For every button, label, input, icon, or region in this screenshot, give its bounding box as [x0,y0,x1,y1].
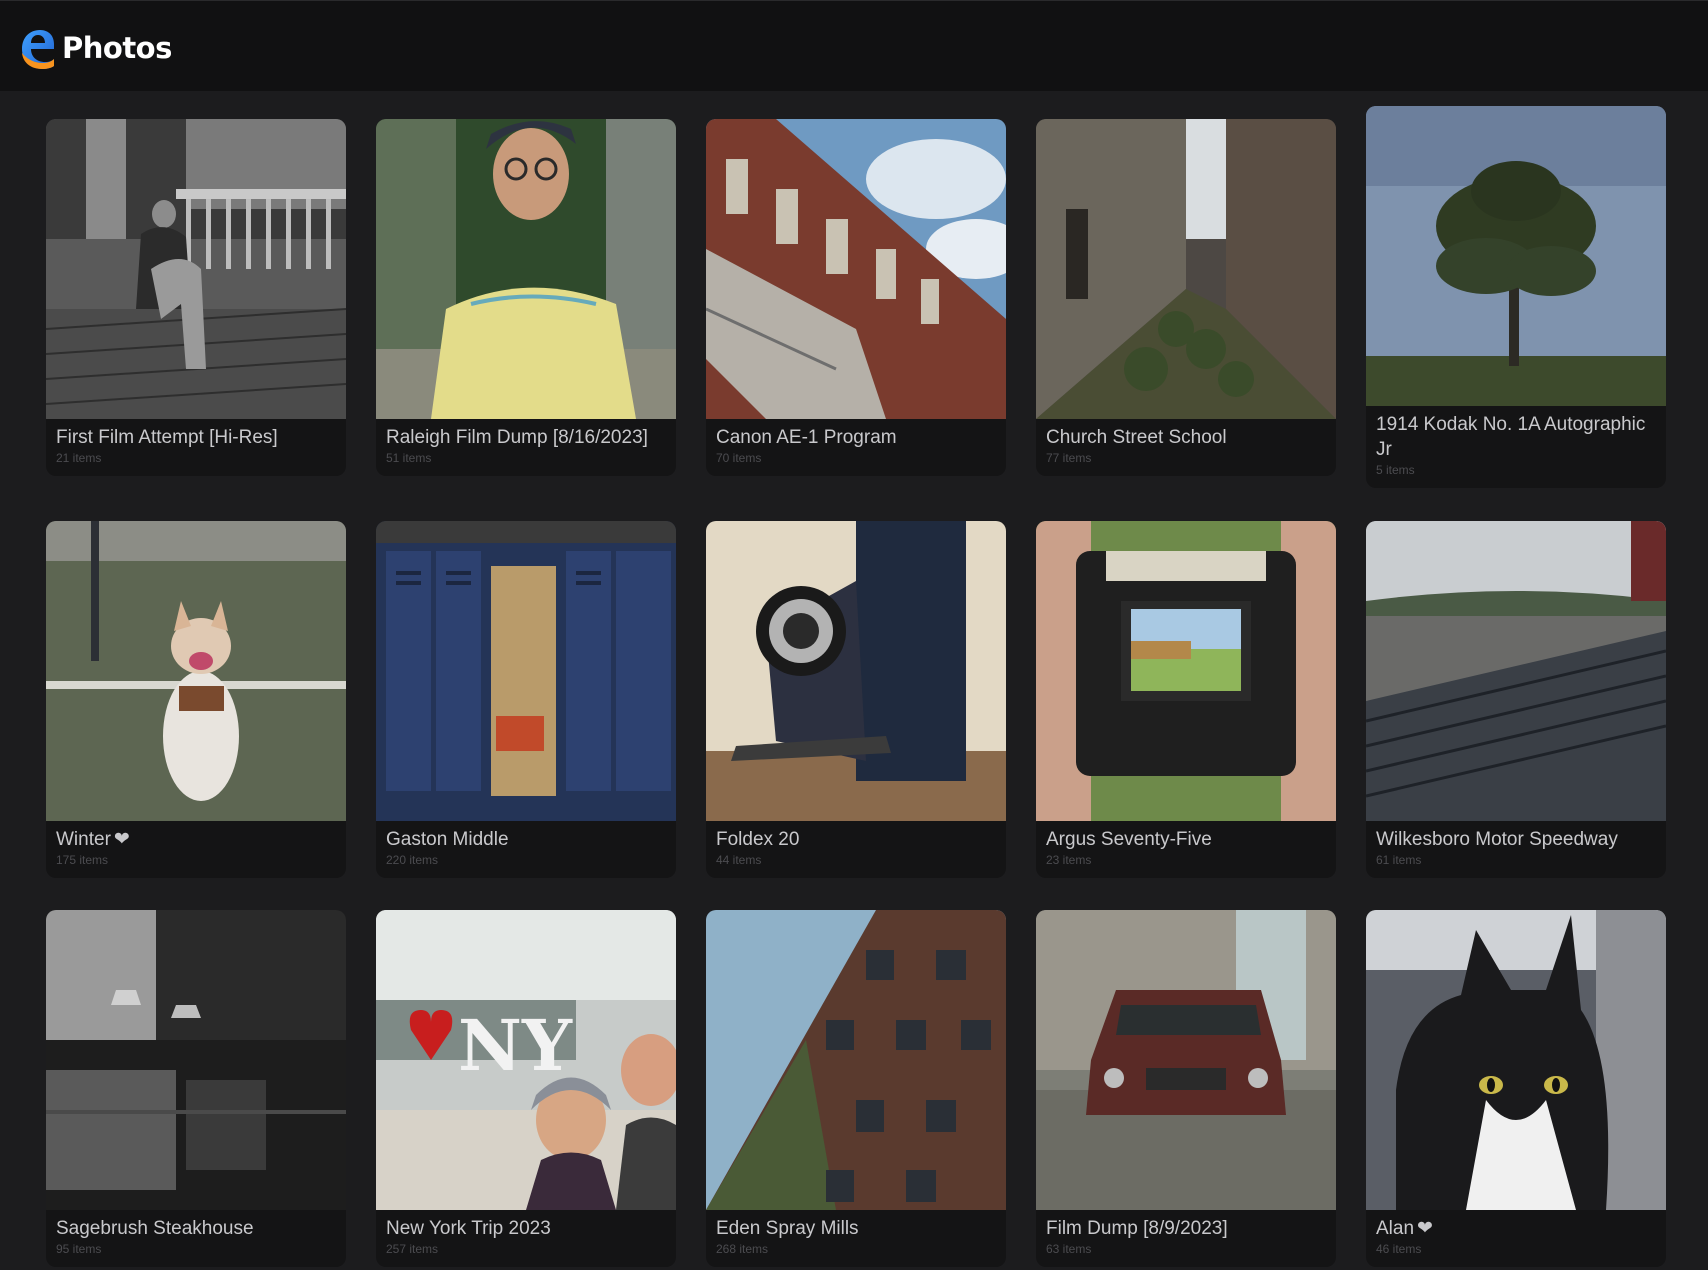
album-item-count: 175 items [56,853,109,867]
album-card[interactable]: Sagebrush Steakhouse 95 items [46,910,346,1267]
album-title: 1914 Kodak No. 1A Autographic Jr [1376,414,1646,460]
album-item-count: 23 items [1046,853,1092,867]
album-title: New York Trip 2023 [386,1218,551,1239]
album-thumbnail[interactable] [706,521,1006,821]
lone-tree-image [1366,106,1666,406]
tuxedo-cat-image [1366,910,1666,1210]
album-title: Eden Spray Mills [716,1218,859,1239]
album-title: Raleigh Film Dump [8/16/2023] [386,427,648,448]
brick-factory-sky-image [706,119,1006,419]
abandoned-alley-image [1036,119,1336,419]
album-title: Church Street School [1046,427,1227,448]
speedway-stands-image [1366,521,1666,821]
album-item-count: 95 items [56,1242,102,1256]
album-thumbnail[interactable] [1366,521,1666,821]
album-thumbnail[interactable] [46,119,346,419]
album-card[interactable]: Church Street School 77 items [1036,119,1336,476]
folding-camera-image [706,521,1006,821]
album-title: Foldex 20 [716,829,800,850]
album-card[interactable]: Argus Seventy-Five 23 items [1036,521,1336,878]
album-item-count: 77 items [1046,451,1092,465]
album-thumbnail[interactable] [46,910,346,1210]
album-card[interactable]: Raleigh Film Dump [8/16/2023] 51 items [376,119,676,476]
album-item-count: 257 items [386,1242,439,1256]
album-item-count: 63 items [1046,1242,1092,1256]
album-card[interactable]: Wilkesboro Motor Speedway 61 items [1366,521,1666,878]
album-card[interactable]: First Film Attempt [Hi-Res] 21 items [46,119,346,476]
husky-on-turf-image [46,521,346,821]
album-card[interactable]: Eden Spray Mills 268 items [706,910,1006,1267]
album-item-count: 220 items [386,853,439,867]
album-title: Winter ❤ [56,829,130,850]
album-thumbnail[interactable] [1036,119,1336,419]
album-card[interactable]: Foldex 20 44 items [706,521,1006,878]
album-card[interactable]: Gaston Middle 220 items [376,521,676,878]
album-card[interactable]: Winter ❤ 175 items [46,521,346,878]
album-title: Sagebrush Steakhouse [56,1218,254,1239]
rusty-camaro-image [1036,910,1336,1210]
man-yellow-shirt-image [376,119,676,419]
heart-icon: ❤ [113,829,130,850]
album-card[interactable]: NY New York Trip 2023 257 items [376,910,676,1267]
album-thumbnail[interactable] [376,521,676,821]
edge-e-logo-icon [22,30,54,69]
album-card[interactable]: Alan ❤ 46 items [1366,910,1666,1267]
app-brand[interactable]: Photos [18,27,172,69]
album-title: Gaston Middle [386,829,509,850]
album-card[interactable]: Canon AE-1 Program 70 items [706,119,1006,476]
album-thumbnail[interactable] [46,521,346,821]
album-thumbnail[interactable] [1366,910,1666,1210]
album-grid: First Film Attempt [Hi-Res] 21 items Ral… [0,91,1708,1270]
album-item-count: 21 items [56,451,102,465]
album-thumbnail[interactable] [376,119,676,419]
album-title: Wilkesboro Motor Speedway [1376,829,1618,850]
album-card[interactable]: 1914 Kodak No. 1A Autographic Jr 5 items [1366,106,1666,488]
album-thumbnail[interactable] [1366,106,1666,406]
album-item-count: 51 items [386,451,432,465]
album-title: First Film Attempt [Hi-Res] [56,427,278,448]
album-card[interactable]: Film Dump [8/9/2023] 63 items [1036,910,1336,1267]
dark-restaurant-image [46,910,346,1210]
album-item-count: 61 items [1376,853,1422,867]
i-love-ny-selfie-image: NY [376,910,676,1210]
album-item-count: 70 items [716,451,762,465]
top-bar: Photos [0,0,1708,91]
svg-text:NY: NY [458,1004,573,1087]
app-title: Photos [62,31,172,65]
album-item-count: 44 items [716,853,762,867]
album-item-count: 5 items [1376,463,1415,477]
album-thumbnail[interactable] [706,119,1006,419]
album-thumbnail[interactable]: NY [376,910,676,1210]
album-title: Canon AE-1 Program [716,427,897,448]
album-thumbnail[interactable] [706,910,1006,1210]
album-title: Alan ❤ [1376,1218,1433,1239]
album-title: Argus Seventy-Five [1046,829,1212,850]
mill-building-image [706,910,1006,1210]
heart-icon: ❤ [1417,1218,1433,1239]
camera-viewfinder-image [1036,521,1336,821]
bw-porch-woman-dog-image [46,119,346,419]
album-item-count: 46 items [1376,1242,1422,1256]
album-thumbnail[interactable] [1036,521,1336,821]
album-title: Film Dump [8/9/2023] [1046,1218,1228,1239]
album-item-count: 268 items [716,1242,769,1256]
album-thumbnail[interactable] [1036,910,1336,1210]
blue-lockers-image [376,521,676,821]
